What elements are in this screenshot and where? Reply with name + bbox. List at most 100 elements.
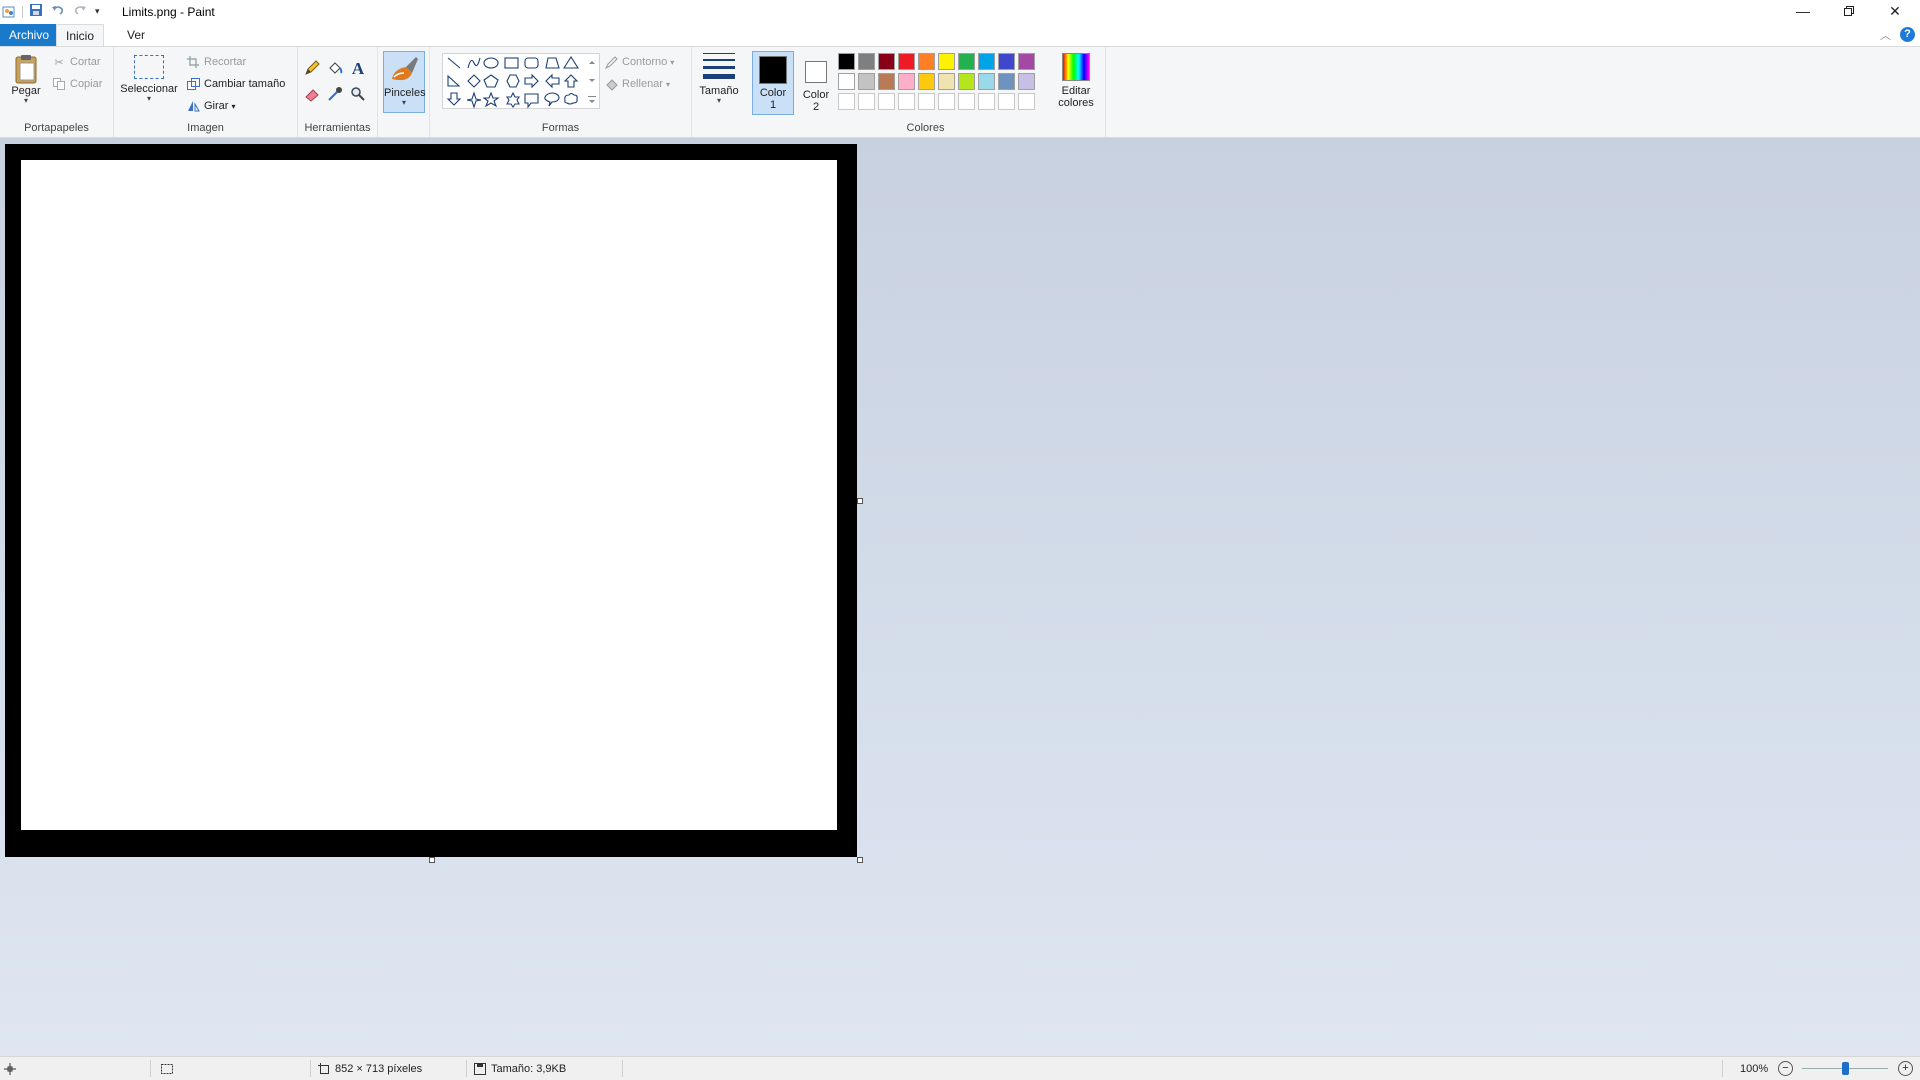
collapse-ribbon-icon[interactable]: ︿	[1880, 27, 1891, 43]
color-picker-tool[interactable]	[325, 85, 345, 105]
rotate-button[interactable]: Girar ▾	[186, 97, 235, 115]
palette-swatch[interactable]	[938, 53, 955, 70]
palette-swatch[interactable]	[918, 73, 935, 90]
line-width-icon	[703, 53, 735, 79]
color2-button[interactable]: Color 2	[796, 51, 836, 115]
palette-swatch[interactable]	[938, 73, 955, 90]
palette-swatch[interactable]	[1018, 53, 1035, 70]
palette-swatch-empty[interactable]	[898, 93, 915, 110]
zoom-out-button[interactable]: −	[1778, 1057, 1793, 1080]
copy-label: Copiar	[70, 78, 103, 90]
palette-swatch-empty[interactable]	[918, 93, 935, 110]
right-arrow-shape-icon	[524, 73, 539, 89]
gallery-scroll	[588, 61, 596, 103]
edit-colors-button[interactable]: Editar colores	[1054, 51, 1098, 109]
image-canvas[interactable]	[5, 144, 857, 857]
palette-swatch-empty[interactable]	[878, 93, 895, 110]
color1-number: 1	[769, 99, 777, 111]
palette-swatch[interactable]	[978, 73, 995, 90]
group-clipboard: Pegar ▾ ✂ Cortar Copiar Portapapeles	[0, 47, 114, 137]
resize-handle-bottom[interactable]	[429, 857, 435, 863]
palette-swatch-empty[interactable]	[958, 93, 975, 110]
save-icon[interactable]	[29, 3, 43, 20]
palette-swatch[interactable]	[998, 73, 1015, 90]
group-size: Tamaño ▾	[692, 47, 746, 137]
palette-swatch-empty[interactable]	[858, 93, 875, 110]
outline-button[interactable]: Contorno ▾	[604, 53, 674, 71]
paint-app-icon[interactable]	[2, 5, 16, 19]
status-bar: 852 × 713 píxeles Tamaño: 3,9KB 100% − +	[0, 1056, 1920, 1080]
zoom-slider[interactable]	[1802, 1062, 1888, 1075]
restore-button[interactable]	[1826, 0, 1872, 22]
tab-inicio[interactable]: Inicio	[56, 24, 105, 47]
help-icon[interactable]: ?	[1900, 27, 1915, 42]
rounded-rectangle-shape-icon	[524, 57, 539, 69]
fill-label: Rellenar	[622, 78, 663, 90]
palette-swatch[interactable]	[878, 73, 895, 90]
image-dimensions-icon	[318, 1062, 330, 1075]
palette-swatch[interactable]	[878, 53, 895, 70]
palette-swatch[interactable]	[958, 73, 975, 90]
palette-swatch[interactable]	[858, 73, 875, 90]
shapes-gallery[interactable]	[442, 53, 600, 109]
close-icon: ✕	[1889, 2, 1901, 19]
resize-handle-right[interactable]	[857, 498, 863, 504]
brushes-button[interactable]: Pinceles ▾	[383, 51, 426, 113]
color1-button[interactable]: Color 1	[752, 51, 794, 115]
pentagon-shape-icon	[483, 74, 499, 88]
palette-swatch-empty[interactable]	[1018, 93, 1035, 110]
paste-button[interactable]: Pegar ▾	[6, 53, 46, 105]
selection-icon	[134, 55, 164, 79]
eraser-tool[interactable]	[302, 85, 322, 105]
group-colors: Color 1 Color 2 Editar colores Colores	[746, 47, 1106, 137]
zoom-in-button[interactable]: +	[1898, 1057, 1913, 1080]
palette-swatch[interactable]	[898, 73, 915, 90]
fill-tool[interactable]	[325, 59, 345, 79]
resize-button[interactable]: Cambiar tamaño	[186, 75, 285, 93]
palette-swatch[interactable]	[838, 73, 855, 90]
fill-button[interactable]: Rellenar ▾	[604, 75, 670, 93]
cut-label: Cortar	[70, 56, 101, 68]
minimize-button[interactable]: —	[1780, 0, 1826, 22]
close-button[interactable]: ✕	[1872, 0, 1918, 22]
resize-handle-corner[interactable]	[857, 857, 863, 863]
size-dropdown-icon: ▾	[716, 96, 721, 105]
palette-swatch[interactable]	[898, 53, 915, 70]
palette-swatch-empty[interactable]	[978, 93, 995, 110]
rectangle-shape-icon	[504, 57, 519, 69]
palette-swatch[interactable]	[958, 53, 975, 70]
color1-label: Color	[759, 87, 787, 99]
text-tool[interactable]: A	[348, 59, 368, 79]
palette-swatch-empty[interactable]	[938, 93, 955, 110]
redo-icon[interactable]	[73, 3, 87, 20]
palette-swatch[interactable]	[858, 53, 875, 70]
undo-icon[interactable]	[51, 3, 65, 20]
left-arrow-shape-icon	[545, 73, 560, 89]
customize-qat-icon[interactable]: ▾	[95, 6, 100, 17]
canvas-workspace[interactable]	[0, 138, 1920, 1056]
tab-archivo[interactable]: Archivo	[0, 24, 56, 46]
cloud-callout-shape-icon	[564, 92, 578, 105]
magnifier-tool[interactable]	[348, 85, 368, 105]
pencil-tool[interactable]	[302, 59, 322, 79]
crop-button[interactable]: Recortar	[186, 53, 246, 71]
cut-button[interactable]: ✂ Cortar	[52, 53, 101, 71]
palette-swatch[interactable]	[918, 53, 935, 70]
disk-icon	[474, 1062, 486, 1075]
palette-swatch[interactable]	[978, 53, 995, 70]
restore-icon	[1844, 3, 1854, 19]
tab-ver[interactable]: Ver	[118, 24, 154, 46]
palette-swatch-empty[interactable]	[998, 93, 1015, 110]
palette-swatch[interactable]	[998, 53, 1015, 70]
copy-button[interactable]: Copiar	[52, 75, 102, 93]
palette-swatch-empty[interactable]	[838, 93, 855, 110]
curve-shape-icon	[467, 57, 481, 69]
palette-swatch[interactable]	[838, 53, 855, 70]
select-button[interactable]: Seleccionar ▾	[120, 53, 178, 103]
selection-size-icon	[160, 1057, 174, 1080]
size-button[interactable]: Tamaño ▾	[696, 53, 742, 105]
triangle-shape-icon	[562, 55, 580, 69]
zoom-slider-thumb[interactable]	[1841, 1062, 1849, 1075]
palette-swatch[interactable]	[1018, 73, 1035, 90]
group-shapes: Contorno ▾ Rellenar ▾ Formas	[430, 47, 692, 137]
